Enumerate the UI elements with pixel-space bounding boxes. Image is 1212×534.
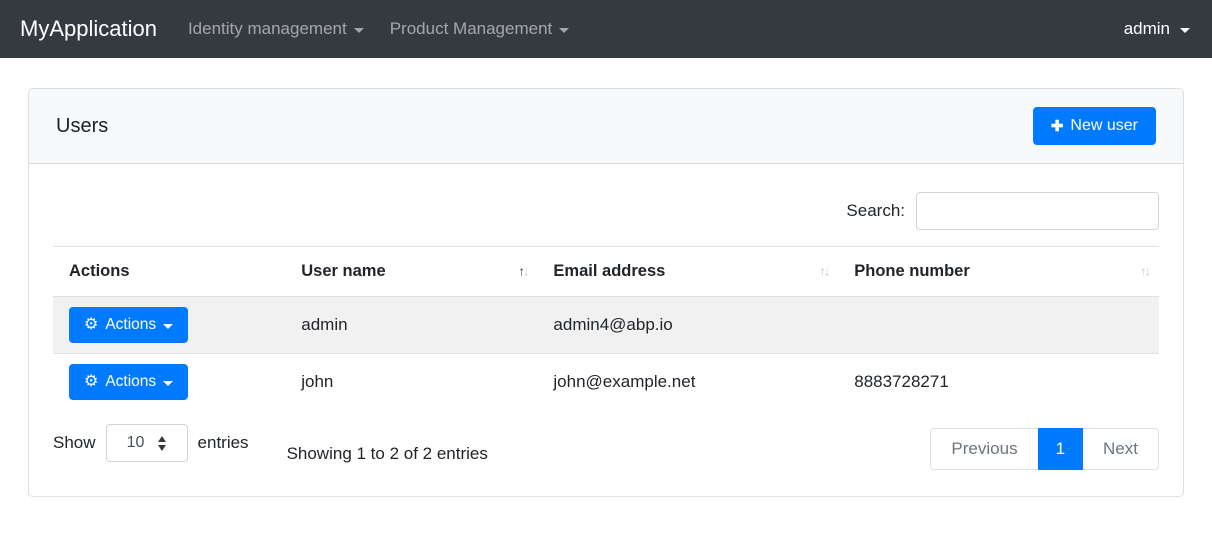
users-card: Users ✚ New user Search: Actions User na… [28,88,1184,497]
nav-item-identity-management[interactable]: Identity management [175,11,377,47]
page-content: Users ✚ New user Search: Actions User na… [0,58,1212,497]
entries-label: entries [197,433,249,452]
top-navbar: MyApplication Identity management Produc… [0,0,1212,58]
show-label: Show [53,433,96,452]
table-header-row: Actions User name ↑↓ Email address ↑↓ Ph… [53,246,1159,297]
users-table: Actions User name ↑↓ Email address ↑↓ Ph… [53,246,1159,410]
column-header-label: Actions [69,262,130,280]
pagination: Previous 1 Next [930,428,1159,470]
phone-cell [838,297,1159,354]
column-header-label: User name [301,262,386,280]
sort-icons: ↑↓ [819,262,830,278]
phone-cell: 8883728271 [838,353,1159,410]
page-length-group: Show 10 entries [53,424,249,462]
table-info: Showing 1 to 2 of 2 entries [286,444,488,463]
actions-cell: ⚙ Actions [53,297,285,354]
caret-down-icon [353,27,364,33]
row-actions-button[interactable]: ⚙ Actions [69,307,189,343]
pagination-page-1[interactable]: 1 [1037,428,1084,470]
user-name-cell: admin [301,315,348,334]
email-cell: admin4@abp.io [553,315,673,334]
page-title: Users [56,114,109,137]
table-row: ⚙ Actions john john@example.net 88837282… [53,353,1159,410]
card-body: Search: Actions User name ↑↓ Email addre… [29,164,1183,496]
pagination-previous[interactable]: Previous [930,428,1039,470]
caret-down-icon [559,27,570,33]
user-menu-label: admin [1123,19,1170,38]
table-footer: Show 10 entries Showing 1 to 2 of 2 entr… [53,422,1159,470]
plus-icon: ✚ [1050,118,1064,135]
nav-item-label: Product Management [389,19,553,38]
search-label: Search: [846,201,905,220]
table-row: ⚙ Actions admin admin4@abp.io [53,296,1159,354]
row-actions-label: Actions [105,373,157,390]
sort-desc-icon: ↓ [823,262,830,278]
card-header: Users ✚ New user [29,89,1183,164]
user-name-cell: john [285,353,538,410]
gear-icon: ⚙ [84,316,99,333]
search-input[interactable] [916,192,1159,230]
app-brand[interactable]: MyApplication [20,16,157,42]
pagination-next[interactable]: Next [1082,428,1159,470]
caret-down-icon [1180,27,1190,33]
new-user-button-label: New user [1070,117,1138,134]
search-row: Search: [53,192,1159,230]
caret-down-icon [163,323,174,329]
gear-icon: ⚙ [84,373,99,390]
nav-item-label: Identity management [187,19,347,38]
column-header-user-name[interactable]: User name ↑↓ [285,246,538,297]
column-header-phone-number[interactable]: Phone number ↑↓ [838,246,1159,297]
column-header-actions: Actions [53,246,286,297]
column-header-email-address[interactable]: Email address ↑↓ [537,246,839,297]
column-header-label: Phone number [854,262,970,280]
select-spinner-icon [158,435,167,451]
user-menu[interactable]: admin [1124,19,1190,39]
email-cell: john@example.net [537,353,839,410]
sort-icons: ↑↓ [1140,262,1151,278]
sort-desc-icon: ↓ [522,262,529,278]
sort-icons: ↑↓ [518,262,529,278]
row-actions-button[interactable]: ⚙ Actions [69,364,189,400]
actions-cell: ⚙ Actions [53,353,286,410]
page-size-select[interactable]: 10 [105,424,188,462]
column-header-label: Email address [553,262,666,280]
nav-item-product-management[interactable]: Product Management [377,11,583,47]
new-user-button[interactable]: ✚ New user [1032,107,1156,145]
sort-desc-icon: ↓ [1144,262,1151,278]
page-size-value: 10 [126,434,145,451]
caret-down-icon [163,380,174,386]
row-actions-label: Actions [105,316,157,333]
